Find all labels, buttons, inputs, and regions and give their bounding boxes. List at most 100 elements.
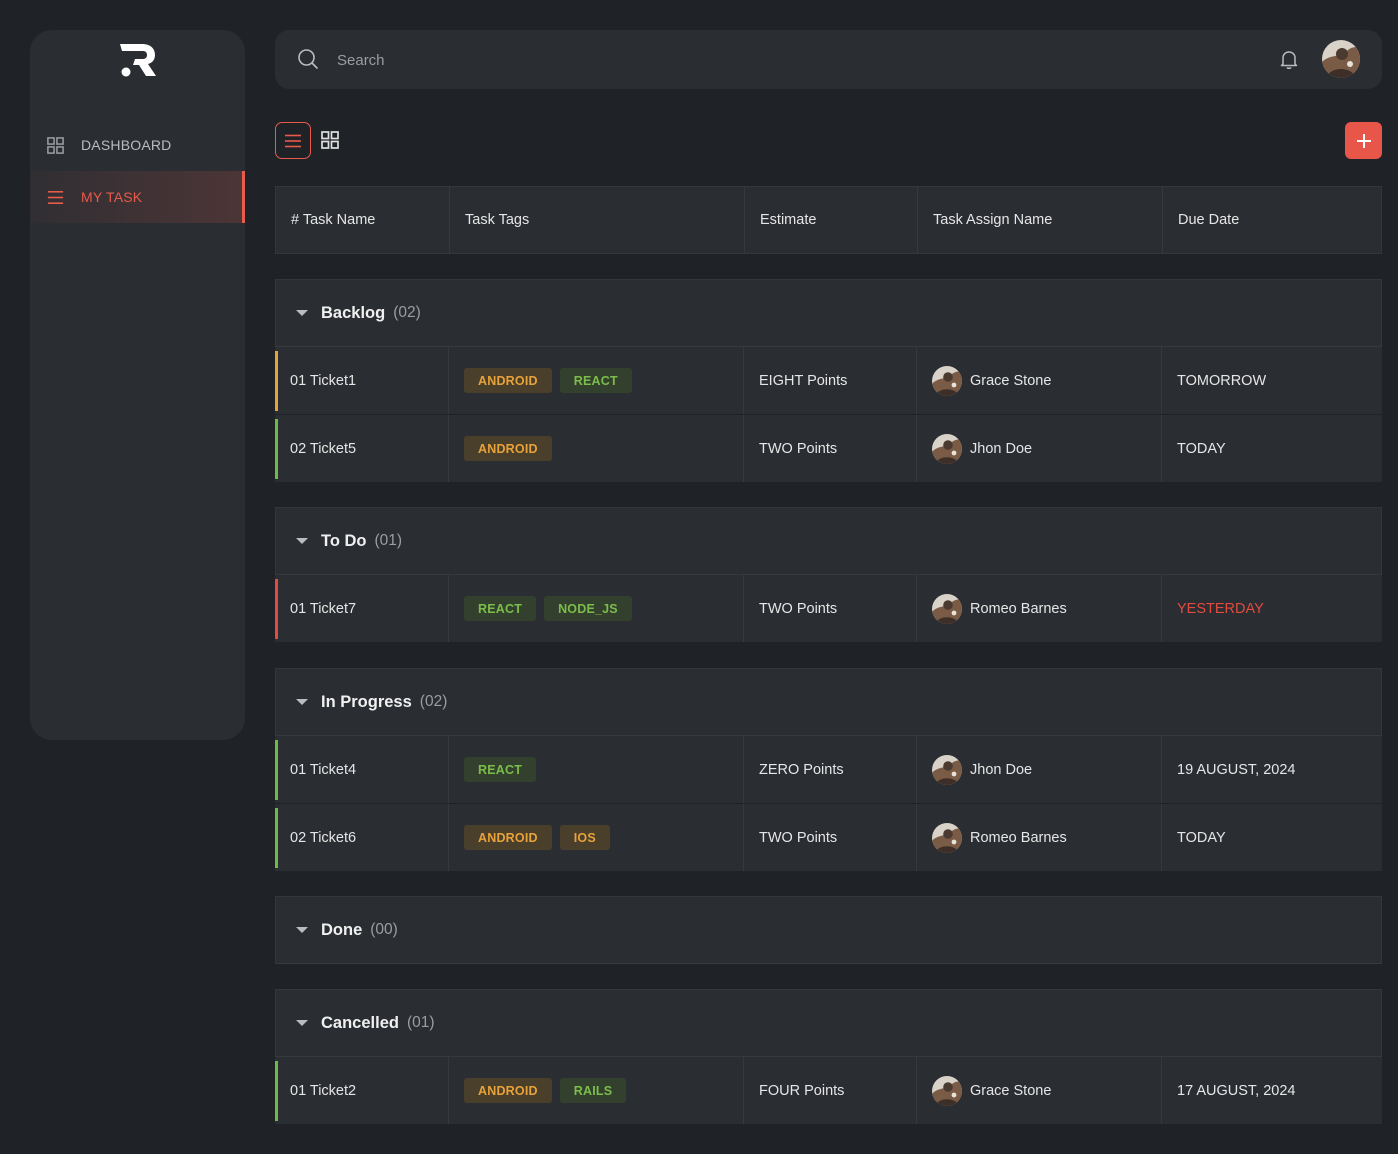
sidebar: DASHBOARD MY TASK	[30, 30, 245, 740]
task-due-date: TOMORROW	[1161, 347, 1382, 414]
top-bar	[275, 30, 1382, 89]
table-row[interactable]: 02 Ticket6 ANDROID IOS TWO Points Romeo Barn…	[275, 804, 1382, 872]
group-title: Backlog	[321, 303, 386, 322]
group-title: In Progress	[321, 692, 412, 711]
header-assignee[interactable]: Task Assign Name	[917, 187, 1162, 253]
add-task-button[interactable]	[1345, 122, 1382, 159]
task-name[interactable]: 02 Ticket6	[275, 804, 448, 871]
task-tags: REACT	[448, 736, 743, 803]
avatar	[932, 433, 962, 464]
table-row[interactable]: 01 Ticket2 ANDROID RAILS FOUR Points Grace S…	[275, 1057, 1382, 1125]
app-logo[interactable]	[118, 42, 158, 78]
assignee-name: Romeo Barnes	[970, 829, 1067, 846]
chevron-down-icon	[296, 927, 308, 933]
task-due-date: TODAY	[1161, 415, 1382, 482]
table-row[interactable]: 01 Ticket4 REACT ZERO Points Jhon Doe 19 AUG…	[275, 736, 1382, 804]
table-row[interactable]: 01 Ticket7 REACT NODE_JS TWO Points Romeo Ba…	[275, 575, 1382, 643]
grid-icon	[47, 136, 64, 154]
table-row[interactable]: 02 Ticket5 ANDROID TWO Points Jhon Doe TODAY	[275, 415, 1382, 483]
task-name[interactable]: 01 Ticket7	[275, 575, 448, 642]
task-due-date: 17 AUGUST, 2024	[1161, 1057, 1382, 1124]
search-icon	[298, 49, 318, 69]
bell-icon[interactable]	[1278, 48, 1300, 70]
chevron-down-icon	[296, 1020, 308, 1026]
task-tag: ANDROID	[464, 368, 552, 393]
group-header-done[interactable]: Done (00)	[275, 896, 1382, 964]
task-tags: ANDROID REACT	[448, 347, 743, 414]
task-estimate: TWO Points	[743, 804, 916, 871]
task-name[interactable]: 01 Ticket4	[275, 736, 448, 803]
task-tag: ANDROID	[464, 1078, 552, 1103]
group-count: (02)	[393, 304, 421, 321]
group-title: Cancelled	[321, 1013, 399, 1032]
list-view-toggle[interactable]	[275, 122, 311, 159]
task-estimate: ZERO Points	[743, 736, 916, 803]
header-due-date[interactable]: Due Date	[1162, 187, 1383, 253]
group-title: Done	[321, 920, 363, 939]
plus-icon	[1356, 133, 1371, 148]
avatar	[932, 593, 962, 624]
table-row[interactable]: 01 Ticket1 ANDROID REACT EIGHT Points Grace …	[275, 347, 1382, 415]
chevron-down-icon	[296, 310, 308, 316]
task-estimate: TWO Points	[743, 415, 916, 482]
sidebar-item-my-task[interactable]: MY TASK	[30, 171, 245, 223]
task-tag: REACT	[464, 757, 537, 782]
task-estimate: FOUR Points	[743, 1057, 916, 1124]
group-header-backlog[interactable]: Backlog (02)	[275, 279, 1382, 347]
assignee-name: Jhon Doe	[970, 761, 1033, 778]
task-tags: ANDROID IOS	[448, 804, 743, 871]
search-input[interactable]	[337, 44, 937, 76]
avatar	[932, 754, 962, 785]
assignee-name: Jhon Doe	[970, 440, 1033, 457]
task-tag: RAILS	[559, 1078, 627, 1103]
task-assignee[interactable]: Jhon Doe	[916, 736, 1161, 803]
sidebar-item-label: MY TASK	[81, 189, 143, 205]
chevron-down-icon	[296, 538, 308, 544]
task-due-date: 19 AUGUST, 2024	[1161, 736, 1382, 803]
group-count: (02)	[419, 693, 448, 710]
task-tag: ANDROID	[464, 436, 552, 461]
assignee-name: Romeo Barnes	[970, 600, 1067, 617]
task-assignee[interactable]: Grace Stone	[916, 1057, 1161, 1124]
task-tags: REACT NODE_JS	[448, 575, 743, 642]
header-task-tags[interactable]: Task Tags	[449, 187, 744, 253]
task-assignee[interactable]: Romeo Barnes	[916, 804, 1161, 871]
chevron-down-icon	[296, 699, 308, 705]
group-header-cancelled[interactable]: Cancelled (01)	[275, 989, 1382, 1057]
task-due-date: TODAY	[1161, 804, 1382, 871]
group-header-to-do[interactable]: To Do (01)	[275, 507, 1382, 575]
menu-icon	[47, 190, 64, 204]
header-task-name[interactable]: # Task Name	[276, 187, 449, 253]
group-title: To Do	[321, 531, 367, 550]
user-avatar[interactable]	[1322, 40, 1360, 78]
assignee-name: Grace Stone	[970, 1082, 1052, 1099]
task-assignee[interactable]: Grace Stone	[916, 347, 1161, 414]
header-estimate[interactable]: Estimate	[744, 187, 917, 253]
task-assignee[interactable]: Romeo Barnes	[916, 575, 1161, 642]
grid-view-toggle[interactable]	[320, 130, 340, 150]
task-estimate: TWO Points	[743, 575, 916, 642]
task-assignee[interactable]: Jhon Doe	[916, 415, 1161, 482]
task-due-date: YESTERDAY	[1161, 575, 1382, 642]
group-header-in-progress[interactable]: In Progress (02)	[275, 668, 1382, 736]
task-tag: REACT	[559, 368, 632, 393]
task-tag: ANDROID	[464, 825, 552, 850]
sidebar-item-dashboard[interactable]: DASHBOARD	[30, 119, 245, 171]
task-tag: IOS	[559, 825, 610, 850]
group-count: (01)	[374, 532, 403, 549]
group-count: (01)	[406, 1014, 435, 1031]
task-estimate: EIGHT Points	[743, 347, 916, 414]
list-icon	[285, 134, 301, 147]
avatar	[932, 822, 962, 853]
table-header: # Task Name Task Tags Estimate Task Assi…	[275, 186, 1382, 254]
task-name[interactable]: 01 Ticket2	[275, 1057, 448, 1124]
task-tag: NODE_JS	[544, 596, 632, 621]
avatar	[932, 365, 962, 396]
avatar	[932, 1075, 962, 1106]
task-tag: REACT	[464, 596, 537, 621]
sidebar-item-label: DASHBOARD	[81, 137, 172, 153]
task-name[interactable]: 02 Ticket5	[275, 415, 448, 482]
task-name[interactable]: 01 Ticket1	[275, 347, 448, 414]
task-tags: ANDROID RAILS	[448, 1057, 743, 1124]
group-count: (00)	[370, 921, 398, 938]
